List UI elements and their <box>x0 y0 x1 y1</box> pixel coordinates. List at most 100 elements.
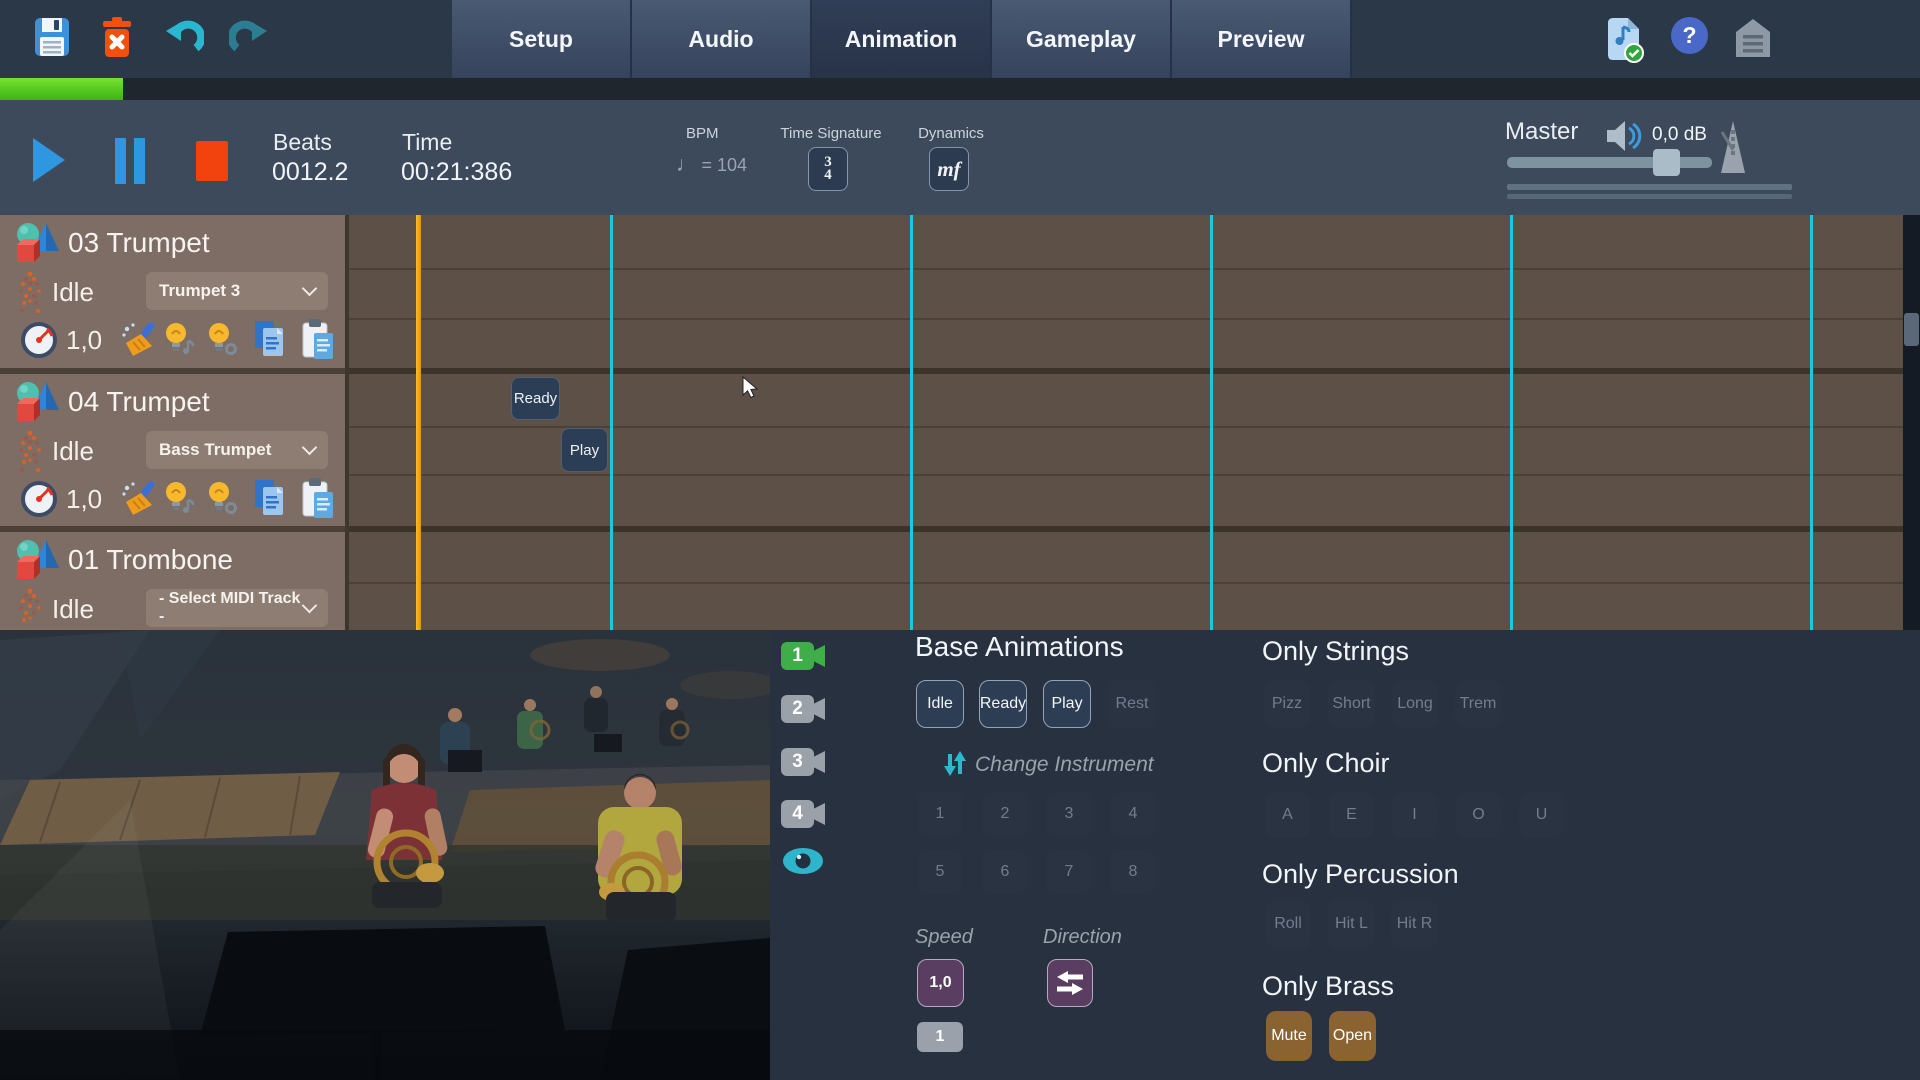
3d-shapes-icon <box>12 379 64 425</box>
paste-icon[interactable] <box>301 319 335 361</box>
instrument-8-button[interactable]: 8 <box>1110 850 1156 894</box>
3d-orchestra-viewport[interactable] <box>0 630 770 1080</box>
playhead[interactable] <box>416 215 421 630</box>
play-button[interactable] <box>33 138 65 182</box>
paste-icon[interactable] <box>301 478 335 520</box>
button-label: 6 <box>1001 863 1010 881</box>
home-menu-button[interactable] <box>1734 16 1772 65</box>
camera-4-button[interactable]: 4 <box>781 800 814 828</box>
bpm-label: BPM <box>686 125 719 142</box>
copy-icon[interactable] <box>252 319 288 359</box>
bulb-note-icon[interactable] <box>163 320 195 358</box>
change-instrument-button[interactable] <box>941 748 969 785</box>
row-separator <box>345 474 1903 476</box>
animation-clip-ready[interactable]: Ready <box>511 377 560 420</box>
change-instrument-label: Change Instrument <box>975 753 1154 777</box>
tab-gameplay[interactable]: Gameplay <box>992 0 1172 78</box>
base-anim-rest-button[interactable]: Rest <box>1108 680 1156 728</box>
help-button[interactable]: ? <box>1671 17 1708 54</box>
midi-track-select[interactable]: Trumpet 3 <box>146 272 328 310</box>
button-label: Open <box>1333 1027 1372 1045</box>
dynamics-button[interactable]: mf <box>929 147 969 191</box>
speed-gauge-icon[interactable] <box>20 321 58 359</box>
choir-a-button[interactable]: A <box>1265 792 1310 838</box>
mocap-person-icon <box>16 270 44 316</box>
broom-icon[interactable] <box>120 321 158 357</box>
track-speed-value: 1,0 <box>66 484 102 515</box>
tab-preview[interactable]: Preview <box>1172 0 1352 78</box>
speed-value-button[interactable]: 1,0 <box>917 959 964 1007</box>
redo-button[interactable] <box>229 20 271 63</box>
button-label: Short <box>1332 695 1370 713</box>
midi-track-select[interactable]: - Select MIDI Track - <box>146 589 328 627</box>
broom-icon[interactable] <box>120 480 158 516</box>
bulb-circle-icon[interactable] <box>206 320 238 358</box>
midi-track-select[interactable]: Bass Trumpet <box>146 431 328 469</box>
master-volume-handle[interactable] <box>1653 149 1680 176</box>
base-anim-idle-button[interactable]: Idle <box>916 680 964 728</box>
direction-button[interactable] <box>1047 959 1093 1007</box>
mocap-person-icon <box>16 429 44 475</box>
cho ir-i-button[interactable]: I <box>1392 792 1437 838</box>
speed-step-button[interactable]: 1 <box>917 1022 963 1052</box>
tab-setup[interactable]: Setup <box>452 0 632 78</box>
strings-pizz-button[interactable]: Pizz <box>1264 680 1310 728</box>
tab-audio[interactable]: Audio <box>632 0 812 78</box>
export-music-button[interactable] <box>1605 16 1645 69</box>
timeline-grid[interactable]: Ready Play <box>345 215 1903 630</box>
track-header-panel: 03 Trumpet Idle Trumpet 3 1,0 <box>0 215 345 630</box>
tab-animation[interactable]: Animation <box>812 0 992 78</box>
view-toggle-button[interactable] <box>781 845 825 882</box>
choir-u-button[interactable]: U <box>1519 792 1564 838</box>
percussion-hitl-button[interactable]: Hit L <box>1328 900 1375 948</box>
beat-gridline <box>910 215 913 630</box>
animation-clip-play[interactable]: Play <box>561 428 608 472</box>
instrument-2-button[interactable]: 2 <box>982 792 1028 836</box>
speed-gauge-icon[interactable] <box>20 480 58 518</box>
strings-trem-button[interactable]: Trem <box>1455 680 1501 728</box>
instrument-7-button[interactable]: 7 <box>1046 850 1092 894</box>
choir-e-button[interactable]: E <box>1329 792 1374 838</box>
button-label: E <box>1346 806 1357 824</box>
progress-strip <box>0 78 1920 100</box>
master-volume-slider[interactable] <box>1507 157 1712 168</box>
camera-3-button[interactable]: 3 <box>781 748 814 776</box>
button-label: U <box>1536 806 1548 824</box>
timeline-scrollbar[interactable] <box>1903 215 1920 630</box>
scrollbar-thumb[interactable] <box>1904 313 1919 346</box>
percussion-hitr-button[interactable]: Hit R <box>1391 900 1438 948</box>
bpm-value[interactable]: ♩ = 104 <box>676 153 747 177</box>
choir-o-button[interactable]: O <box>1456 792 1501 838</box>
instrument-3-button[interactable]: 3 <box>1046 792 1092 836</box>
bulb-note-icon[interactable] <box>163 479 195 517</box>
button-label: 1 <box>936 1028 945 1046</box>
track-separator <box>345 526 1903 532</box>
instrument-4-button[interactable]: 4 <box>1110 792 1156 836</box>
brass-mute-button[interactable]: Mute <box>1266 1011 1312 1061</box>
pause-button[interactable] <box>115 138 145 184</box>
camera-2-label: 2 <box>792 698 803 720</box>
instrument-1-button[interactable]: 1 <box>917 792 963 836</box>
beat-gridline <box>1210 215 1213 630</box>
row-separator <box>345 268 1903 270</box>
metronome-button[interactable] <box>1714 120 1752 181</box>
stop-button[interactable] <box>196 141 228 181</box>
base-anim-play-button[interactable]: Play <box>1043 680 1091 728</box>
percussion-roll-button[interactable]: Roll <box>1265 900 1311 948</box>
camera-2-button[interactable]: 2 <box>781 695 814 723</box>
undo-button[interactable] <box>162 20 204 63</box>
master-mute-button[interactable] <box>1606 120 1644 157</box>
save-button[interactable] <box>33 16 71 65</box>
3d-shapes-icon <box>12 220 64 266</box>
base-anim-ready-button[interactable]: Ready <box>979 680 1027 728</box>
copy-icon[interactable] <box>252 478 288 518</box>
brass-open-button[interactable]: Open <box>1329 1011 1376 1061</box>
delete-button[interactable] <box>100 16 134 65</box>
strings-long-button[interactable]: Long <box>1392 680 1438 728</box>
camera-1-button[interactable]: 1 <box>781 642 814 670</box>
strings-short-button[interactable]: Short <box>1328 680 1375 728</box>
bulb-circle-icon[interactable] <box>206 479 238 517</box>
instrument-6-button[interactable]: 6 <box>982 850 1028 894</box>
time-signature-button[interactable]: 3 4 <box>808 147 848 191</box>
instrument-5-button[interactable]: 5 <box>917 850 963 894</box>
